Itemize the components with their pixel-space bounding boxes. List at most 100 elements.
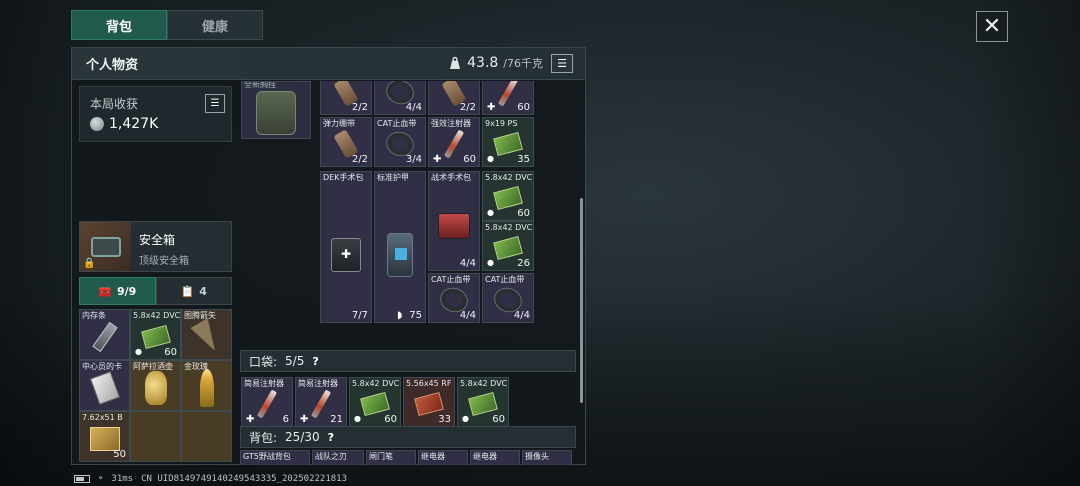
panel-header: 个人物资 43.8 /76千克 ☰ [72,48,585,80]
item-count: 2/2 [459,102,476,113]
item-name: 摄像头 [525,452,549,461]
heal-plus-icon: ✚ [300,414,309,425]
item-cell[interactable]: 金玫瑰 [181,360,232,411]
item-name: 战术手术包 [431,173,471,182]
earnings-list-button[interactable]: ☰ [205,94,225,113]
tab-health[interactable]: 健康 [167,10,263,40]
item-cell[interactable]: 强效注射器 ✚ 60 [428,117,480,167]
item-cell[interactable]: CAT止血带 4/4 [428,273,480,323]
item-cell[interactable]: DEK手术包 7/7 [320,171,372,323]
item-cell[interactable]: 图腾箭矢 [181,309,232,360]
item-cell[interactable]: GT5野战背包 [240,450,310,465]
medkit-red-icon [438,212,470,239]
ammo-dot-icon: ● [135,347,142,356]
pocket-bar: 口袋: 5/5 ? [240,350,576,372]
pocket-label: 口袋: [249,354,278,369]
backpack-help-icon[interactable]: ? [328,431,334,444]
toolbox-icon: 🧰 [98,284,112,298]
item-cell[interactable]: 2/2 [320,81,372,115]
item-name: 图腾箭矢 [184,311,216,320]
tab-safe-tasks[interactable]: 📋 4 [155,277,232,305]
item-cell[interactable]: 摄像头 [522,450,572,465]
item-cell[interactable]: 5.56x45 RF 33 [403,377,455,427]
syringe-icon [443,129,465,159]
tab-backpack[interactable]: 背包 [71,10,167,40]
item-cell[interactable]: 9x19 PS ● 35 [482,117,534,167]
chest-rig-slot[interactable]: 全新胸挂 [241,81,311,139]
safe-box[interactable]: 🔒 安全箱 顶级安全箱 [79,221,232,272]
item-cell[interactable]: 战术手术包 4/4 [428,171,480,271]
top-tabs: 背包 健康 [71,10,263,40]
weight-display: 43.8 /76千克 [448,55,543,71]
safe-box-subtitle: 顶级安全箱 [139,256,189,267]
item-cell[interactable]: 5.8x42 DVC ● 60 [482,171,534,221]
inventory-panel: 个人物资 43.8 /76千克 ☰ 本局收获 1,427K ☰ 🔒 安全箱 顶级… [71,47,586,465]
chest-rig-icon [256,90,296,135]
item-cell[interactable]: 弹力绷带 2/2 [320,117,372,167]
item-name: 金玫瑰 [184,362,208,371]
close-button[interactable]: ✕ [976,11,1008,42]
item-name: DEK手术包 [323,173,364,182]
item-count: 60 [463,154,476,165]
item-name: 强效注射器 [431,119,471,128]
item-cell[interactable]: 标准护甲 ◗ 75 [374,171,426,323]
item-cell[interactable]: 闸门笔 [366,450,416,465]
empty-slot[interactable] [181,411,232,462]
case-icon [90,236,121,257]
item-count: 33 [438,414,451,425]
item-cell[interactable]: 阿萨拉酒壶 [130,360,181,411]
item-cell[interactable]: 7.62x51 B 50 [79,411,130,462]
syringe-icon [256,389,278,419]
item-name: 闸门笔 [369,452,393,461]
tab-safe-items[interactable]: 🧰 9/9 [79,277,156,305]
empty-slot[interactable] [130,411,181,462]
item-count: 4/4 [459,258,476,269]
item-cell[interactable]: ✚ 60 [482,81,534,115]
item-count: 60 [492,414,505,425]
item-name: 5.8x42 DVC [460,379,508,388]
uid-text: CN UID8149749140249543335_202502221813 [141,474,348,484]
status-bar: ⌔ 31ms CN UID8149749140249543335_2025022… [74,472,347,486]
item-cell[interactable]: 5.8x42 DVC ● 26 [482,221,534,271]
heal-plus-icon: ✚ [246,414,255,425]
item-cell[interactable]: 继电器 [418,450,468,465]
item-cell[interactable]: 战队之刃 [312,450,364,465]
item-count: 3/4 [405,154,422,165]
item-cell[interactable]: 简易注射器 ✚ 6 [241,377,293,427]
item-count: 60 [517,102,530,113]
pocket-help-icon[interactable]: ? [312,355,318,368]
item-name: GT5野战背包 [243,452,291,461]
item-count: 7/7 [351,310,368,321]
item-cell[interactable]: CAT止血带 4/4 [482,273,534,323]
clipboard-icon: 📋 [180,284,195,298]
armor-shield-icon: ◗ [397,310,403,321]
item-count: 75 [409,310,422,321]
item-cell[interactable]: 中心员的卡 [79,360,130,411]
item-cell[interactable]: CAT止血带 3/4 [374,117,426,167]
list-icon: ☰ [557,57,567,70]
left-column: 本局收获 1,427K ☰ 🔒 安全箱 顶级安全箱 🧰 9/9 📋 4 内存条 … [79,81,232,465]
item-cell[interactable]: 2/2 [428,81,480,115]
item-name: 7.62x51 B [82,413,123,422]
backpack-value: 25/30 [285,430,320,444]
ammo-box-icon [493,236,523,261]
item-cell[interactable]: 4/4 [374,81,426,115]
item-count: 60 [517,208,530,219]
jug-icon [144,370,167,405]
item-name: 战队之刃 [315,452,347,461]
scrollbar[interactable] [580,198,583,403]
ammo-box-icon [493,132,523,157]
item-cell[interactable]: 5.8x42 DVC ● 60 [457,377,509,427]
item-cell[interactable]: 内存条 [79,309,130,360]
drive-icon [91,321,118,353]
tab-safe-tasks-label: 4 [199,284,207,298]
item-cell[interactable]: 简易注射器 ✚ 21 [295,377,347,427]
item-cell[interactable]: 5.8x42 DVC ● 60 [130,309,181,360]
sort-list-button[interactable]: ☰ [551,54,573,73]
item-cell[interactable]: 继电器 [470,450,520,465]
item-name: 5.8x42 DVC [133,311,181,320]
ammo-dot-icon: ● [462,414,469,423]
safe-box-icon: 🔒 [80,222,131,271]
item-cell[interactable]: 5.8x42 DVC ● 60 [349,377,401,427]
item-name: 5.8x42 DVC [485,223,533,232]
